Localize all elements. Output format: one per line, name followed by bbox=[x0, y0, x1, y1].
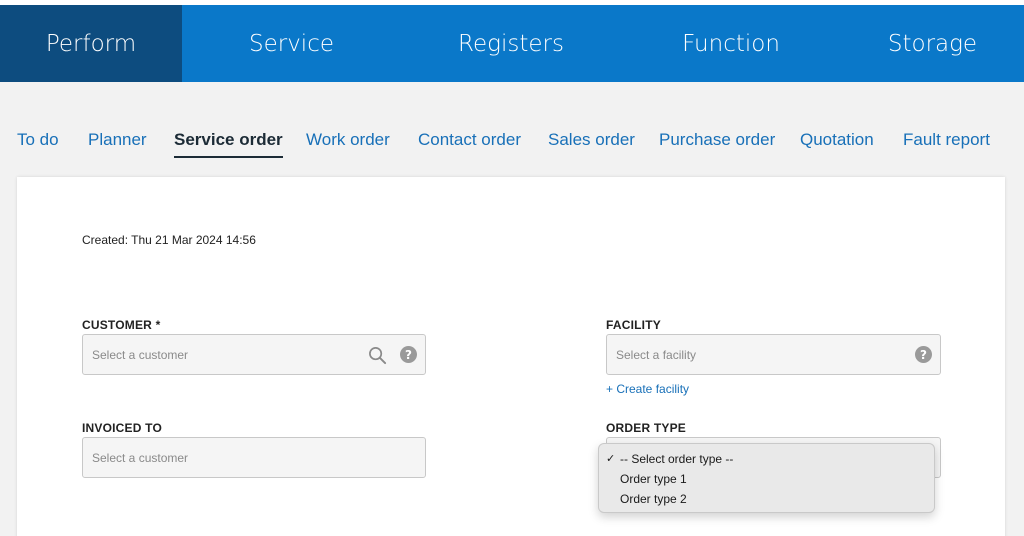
customer-placeholder: Select a customer bbox=[92, 347, 189, 362]
help-icon[interactable]: ? bbox=[400, 346, 417, 363]
search-icon[interactable] bbox=[368, 346, 387, 365]
order-type-label: ORDER TYPE bbox=[606, 421, 687, 435]
tab-quotation[interactable]: Quotation bbox=[800, 128, 874, 152]
invoiced-to-input[interactable]: Select a customer bbox=[82, 437, 426, 478]
option-label: Order type 1 bbox=[620, 472, 687, 486]
created-timestamp: Created: Thu 21 Mar 2024 14:56 bbox=[82, 233, 256, 247]
option-label: Order type 2 bbox=[620, 492, 687, 506]
facility-label: FACILITY bbox=[606, 318, 661, 332]
topnav-item-function[interactable]: Function bbox=[621, 5, 841, 82]
tab-service-order[interactable]: Service order bbox=[174, 128, 283, 158]
topnav-item-storage[interactable]: Storage bbox=[841, 5, 1024, 82]
order-type-dropdown: ✓ -- Select order type -- Order type 1 O… bbox=[598, 443, 935, 513]
invoiced-to-placeholder: Select a customer bbox=[92, 450, 189, 465]
tab-sales-order[interactable]: Sales order bbox=[548, 128, 635, 152]
create-facility-link[interactable]: + Create facility bbox=[606, 382, 689, 396]
check-icon: ✓ bbox=[606, 452, 616, 465]
customer-input[interactable]: Select a customer ? bbox=[82, 334, 426, 375]
tab-work-order[interactable]: Work order bbox=[306, 128, 390, 152]
facility-input[interactable]: Select a facility ? bbox=[606, 334, 941, 375]
tab-to-do[interactable]: To do bbox=[17, 128, 59, 152]
topnav-item-perform[interactable]: Perform bbox=[0, 5, 182, 90]
option-label: -- Select order type -- bbox=[620, 452, 734, 466]
tab-planner[interactable]: Planner bbox=[88, 128, 147, 152]
topnav-item-registers[interactable]: Registers bbox=[401, 5, 621, 82]
order-type-option[interactable]: ✓ -- Select order type -- bbox=[599, 449, 934, 469]
customer-label: CUSTOMER * bbox=[82, 318, 161, 332]
order-type-option[interactable]: Order type 1 bbox=[599, 469, 934, 489]
tab-contact-order[interactable]: Contact order bbox=[418, 128, 521, 152]
topnav-item-service[interactable]: Service bbox=[182, 5, 401, 82]
top-navigation: Perform Service Registers Function Stora… bbox=[0, 5, 1024, 90]
order-type-option[interactable]: Order type 2 bbox=[599, 489, 934, 509]
facility-placeholder: Select a facility bbox=[616, 347, 697, 362]
help-icon[interactable]: ? bbox=[915, 346, 932, 363]
sub-navigation: To do Planner Service order Work order C… bbox=[0, 128, 1024, 158]
tab-fault-report[interactable]: Fault report bbox=[903, 128, 990, 152]
tab-purchase-order[interactable]: Purchase order bbox=[659, 128, 775, 152]
invoiced-to-label: INVOICED TO bbox=[82, 421, 162, 435]
